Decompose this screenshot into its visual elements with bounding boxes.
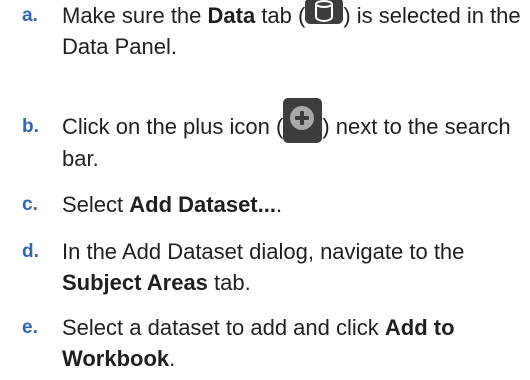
add-dataset-menu-label: Add Dataset... [129, 192, 276, 217]
step-text-part: tab. [207, 270, 251, 295]
step-text: Make sure the Data tab () is selected in… [62, 0, 522, 62]
step-text-part: tab ( [255, 3, 306, 28]
step-text: Select Add Dataset.... [62, 189, 522, 220]
step-text-part: Make sure the [62, 3, 208, 28]
step-text-part: In the Add Dataset dialog, navigate to t… [62, 239, 465, 264]
step-text: Click on the plus icon () next to the se… [62, 97, 522, 174]
step-text-part: Click on the plus icon ( [62, 114, 284, 139]
step-marker: b. [22, 116, 39, 137]
plus-circle-icon [283, 97, 323, 143]
step-marker: c. [22, 194, 38, 215]
step-text-part: Select a dataset to add and click [62, 315, 385, 340]
step-text-part: . [169, 346, 176, 371]
step-marker: d. [22, 241, 39, 262]
subject-areas-tab-label: Subject Areas [62, 270, 208, 295]
plus-circle-glyph [290, 105, 315, 130]
step-marker: a. [22, 5, 38, 26]
step-text-part: . [275, 192, 283, 217]
step-marker: e. [22, 317, 38, 338]
step-text: In the Add Dataset dialog, navigate to t… [62, 236, 522, 298]
step-text: Select a dataset to add and click Add to… [62, 312, 522, 374]
step-text-part: Select [62, 192, 130, 217]
database-icon [305, 0, 344, 25]
data-tab-label: Data [207, 3, 256, 28]
